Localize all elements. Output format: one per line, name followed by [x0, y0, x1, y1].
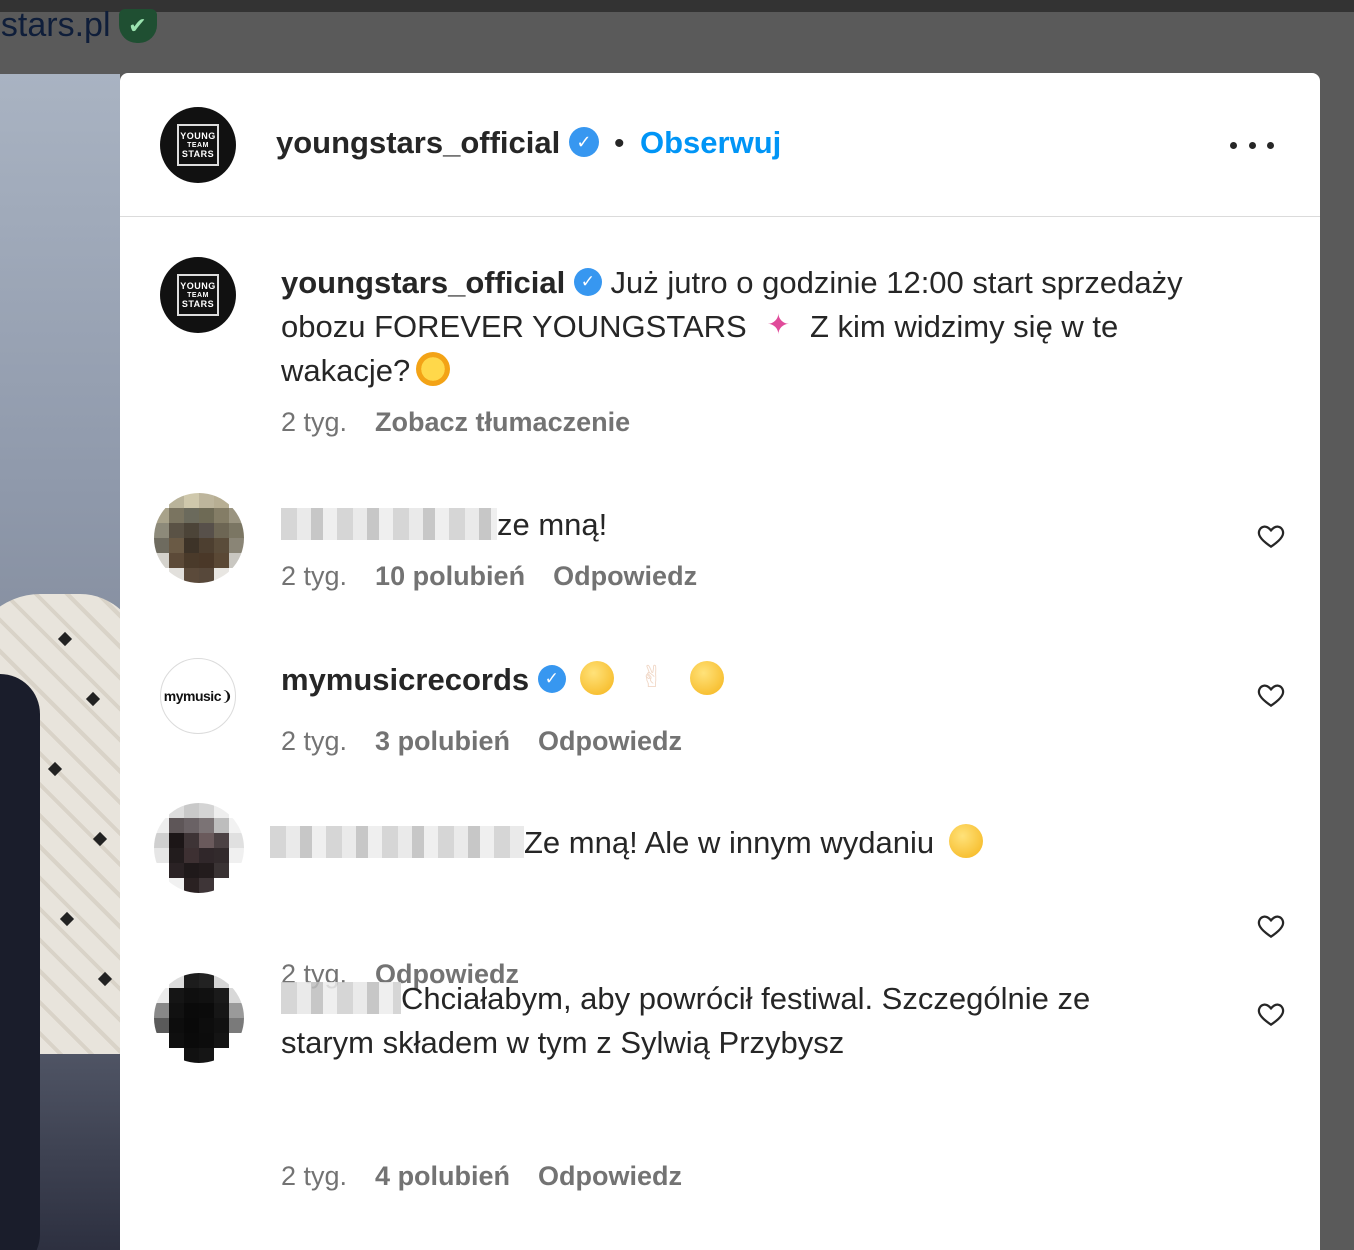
caption-meta: 2 tyg. Zobacz tłumaczenie: [281, 407, 630, 438]
winking-tongue-emoji-icon: [948, 823, 983, 858]
background-post-image: [0, 74, 120, 1250]
victory-hand-emoji-icon: ✌: [639, 660, 665, 694]
caption-username[interactable]: youngstars_official: [281, 265, 565, 300]
comment-likes[interactable]: 4 polubień: [375, 1161, 510, 1192]
comment-username[interactable]: mymusicrecords: [281, 662, 529, 697]
reply-button[interactable]: Odpowiedz: [553, 561, 697, 592]
verified-badge-icon: ✓: [537, 664, 566, 693]
heart-icon[interactable]: [1256, 521, 1286, 551]
heart-icon[interactable]: [1256, 680, 1286, 710]
commenter-avatar[interactable]: [154, 493, 244, 583]
caption-author-avatar[interactable]: YOUNG TEAM STARS: [160, 257, 236, 333]
caption-time: 2 tyg.: [281, 407, 348, 437]
post-comments-panel: YOUNG TEAM STARS youngstars_official ✓ •…: [120, 73, 1320, 1250]
verified-badge-icon: ✓: [568, 126, 599, 157]
commenter-avatar[interactable]: [154, 973, 244, 1063]
shield-check-icon: ✔: [118, 8, 157, 43]
follow-button[interactable]: Obserwuj: [640, 125, 781, 161]
comment-text: Ze mną! Ale w innym wydaniu: [270, 821, 1150, 865]
post-header: YOUNG TEAM STARS youngstars_official ✓ •…: [120, 73, 1320, 217]
comment-meta: 2 tyg. 3 polubień Odpowiedz: [281, 726, 682, 757]
commenter-avatar[interactable]: [154, 803, 244, 893]
browser-top-strip: [0, 0, 1354, 12]
background-url-text: gstars.pl: [0, 6, 111, 44]
comment-likes[interactable]: 10 polubień: [375, 561, 525, 592]
author-avatar[interactable]: YOUNG TEAM STARS: [160, 107, 236, 183]
relieved-face-emoji-icon: [580, 660, 615, 695]
comment-text: Chciałabym, aby powrócił festiwal. Szcze…: [281, 981, 1091, 1060]
heart-icon[interactable]: [1256, 999, 1286, 1029]
redacted-username[interactable]: [281, 507, 497, 540]
verified-badge-icon: ✓: [573, 267, 602, 296]
comment-time: 2 tyg.: [281, 1161, 348, 1191]
mymusicrecords-avatar[interactable]: mymusic ❩: [160, 658, 236, 734]
redacted-username[interactable]: [281, 981, 401, 1014]
see-translation-link[interactable]: Zobacz tłumaczenie: [375, 407, 630, 438]
more-options-icon[interactable]: [1230, 127, 1274, 163]
comment-time: 2 tyg.: [281, 726, 348, 756]
comment-likes[interactable]: 3 polubień: [375, 726, 510, 757]
pleading-face-emoji-icon: [689, 660, 724, 695]
reply-button[interactable]: Odpowiedz: [538, 726, 682, 757]
separator-dot: •: [614, 127, 625, 160]
sun-emoji-icon: [416, 351, 451, 386]
comment-text: mymusicrecords ✓ ✌: [281, 658, 1161, 702]
comment-meta: 2 tyg. 4 polubień Odpowiedz: [281, 1161, 682, 1192]
caption-text: youngstars_official ✓ Już jutro o godzin…: [281, 261, 1241, 393]
party-popper-emoji-icon: ✦: [766, 308, 791, 340]
heart-icon[interactable]: [1256, 911, 1286, 941]
comment-time: 2 tyg.: [281, 561, 348, 591]
reply-button[interactable]: Odpowiedz: [538, 1161, 682, 1192]
comment-meta: 2 tyg. 10 polubień Odpowiedz: [281, 561, 697, 592]
background-page-url: gstars.pl ✔: [0, 6, 157, 45]
comment-text: ze mną!: [281, 503, 1161, 547]
author-username[interactable]: youngstars_official ✓: [276, 125, 599, 161]
redacted-username[interactable]: [270, 825, 524, 858]
